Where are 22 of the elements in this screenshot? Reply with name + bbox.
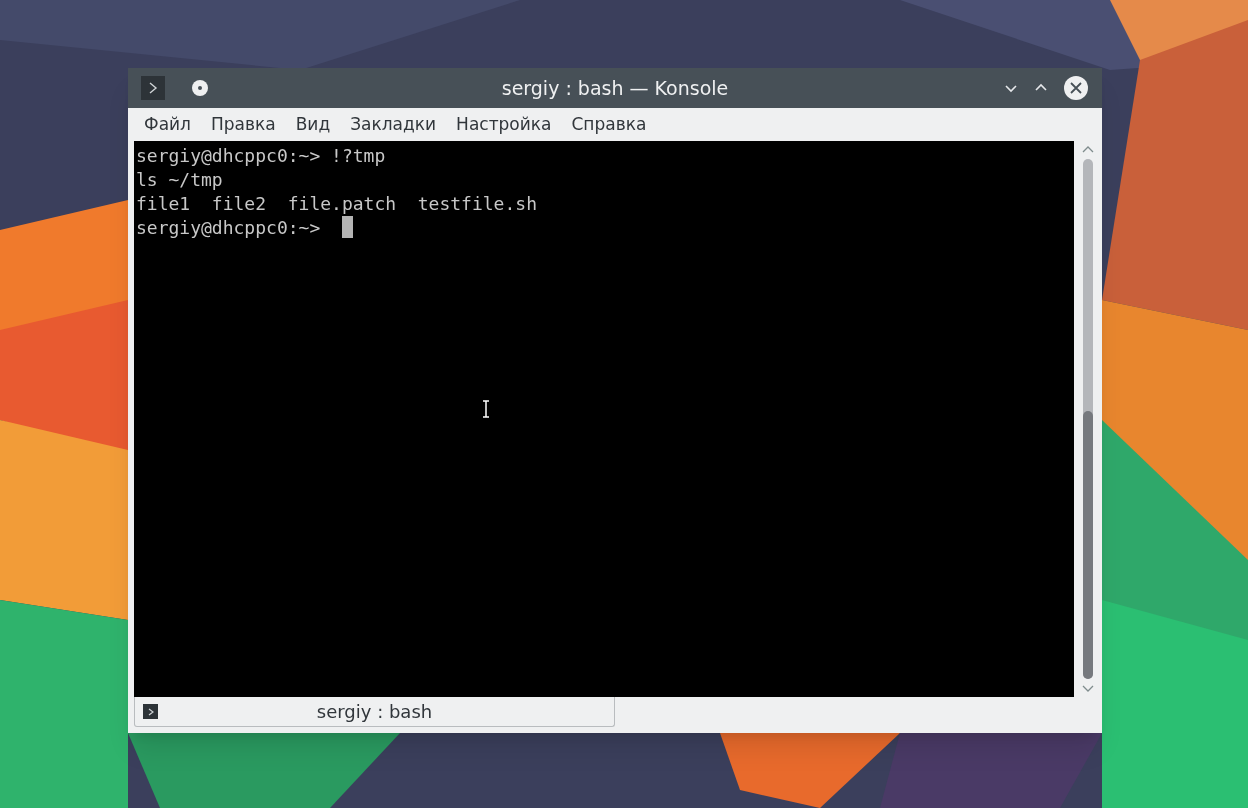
i-beam-cursor-icon	[482, 400, 490, 418]
terminal-line: sergiy@dhcppc0:~> !?tmp	[136, 144, 386, 168]
pin-icon[interactable]	[191, 79, 209, 97]
terminal-area[interactable]: sergiy@dhcppc0:~> !?tmp ls ~/tmp file1 file2 file.patch testfile.sh sergiy@dhcppc0:~>	[134, 141, 1074, 697]
menu-item[interactable]: Файл	[134, 111, 201, 138]
close-icon[interactable]	[1063, 75, 1089, 101]
menu-item[interactable]: Закладки	[340, 111, 447, 138]
scroll-up-icon[interactable]	[1082, 145, 1094, 155]
scrollbar-thumb[interactable]	[1083, 411, 1093, 679]
session-tab[interactable]: sergiy : bash	[134, 697, 615, 727]
menu-item[interactable]: Правка	[200, 111, 286, 138]
menu-item[interactable]: Вид	[285, 111, 341, 138]
tab-label: sergiy : bash	[316, 700, 433, 724]
scroll-down-icon[interactable]	[1082, 683, 1094, 693]
menu-item[interactable]: Настройка	[446, 111, 562, 138]
terminal-tab-icon	[143, 704, 158, 719]
terminal-line: ls ~/tmp	[136, 168, 223, 192]
terminal-line: sergiy@dhcppc0:~>	[136, 216, 322, 240]
menu-item[interactable]: Справка	[561, 111, 657, 138]
window-title: sergiy : bash — Konsole	[501, 75, 729, 101]
terminal-app-icon	[141, 76, 165, 100]
terminal-line: file1 file2 file.patch testfile.sh	[136, 192, 537, 216]
